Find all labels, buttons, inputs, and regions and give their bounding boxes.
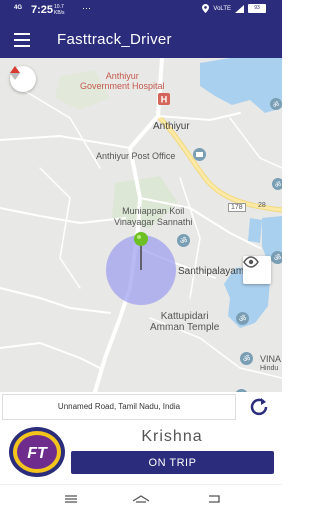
driver-name: Krishna (141, 428, 203, 445)
svg-text:ॐ: ॐ (243, 355, 250, 364)
road-label-28: 28 (258, 202, 266, 209)
temple-icon: ॐ (236, 312, 249, 325)
recent-apps-icon[interactable] (62, 491, 80, 507)
back-icon[interactable] (205, 491, 223, 507)
map-label-temple: Muniappan Koil Vinayagar Sannathi (114, 206, 193, 227)
status-icons: VoLTE 93 (202, 4, 266, 13)
temple-icon: ॐ (236, 389, 247, 393)
logo-text: FT (27, 445, 48, 462)
trip-status-button[interactable]: ON TRIP (71, 451, 274, 474)
refresh-icon (250, 398, 268, 416)
network-speed: 10.7 KB/s (54, 4, 65, 16)
svg-text:ॐ: ॐ (273, 101, 280, 109)
driver-card: FT Krishna ON TRIP (0, 420, 282, 482)
app-title: Fasttrack_Driver (57, 31, 172, 48)
home-icon[interactable] (132, 491, 150, 507)
map-view[interactable]: H ॐ ॐ ॐ ॐ ॐ ॐ ॐ Anthiyur Government Hosp… (0, 58, 282, 392)
network-type: VoLTE (213, 5, 231, 12)
svg-text:ॐ: ॐ (238, 392, 245, 393)
fasttrack-logo: FT (9, 427, 65, 477)
post-office-icon (193, 148, 206, 161)
address-display: Unnamed Road, Tamil Nadu, India (2, 394, 236, 420)
my-location-button[interactable] (243, 256, 271, 284)
system-nav-bar (0, 484, 282, 513)
temple-icon: ॐ (177, 234, 190, 247)
map-label-amman-temple: Kattupidari Amman Temple (150, 311, 220, 333)
svg-text:ॐ: ॐ (180, 237, 187, 246)
eye-icon (243, 256, 259, 268)
map-label-post-office: Anthiyur Post Office (96, 151, 176, 161)
refresh-button[interactable] (243, 394, 275, 418)
map-label-town: Anthiyur (153, 121, 190, 132)
map-label-hindu: Hindu (260, 365, 279, 372)
clock: 7:25 (31, 4, 54, 16)
map-label-vina: VINA (260, 354, 282, 364)
map-label-village: Santhipalayam (178, 266, 245, 277)
signal-indicator: 4G (14, 5, 23, 11)
map-label-hospital: Anthiyur Government Hospital (80, 71, 165, 91)
status-bar: 4G 7:25 10.7 KB/s ⋯ VoLTE 93 (0, 0, 282, 22)
svg-text:ॐ: ॐ (275, 181, 282, 189)
battery-icon: 93 (248, 4, 266, 13)
temple-icon: ॐ (240, 352, 253, 365)
temple-icon: ॐ (272, 178, 282, 190)
location-icon (202, 4, 210, 13)
svg-text:ॐ: ॐ (239, 315, 246, 324)
signal-bars-icon (235, 4, 244, 13)
road-shield-178: 178 (228, 203, 246, 212)
svg-text:H: H (161, 95, 168, 105)
svg-text:ॐ: ॐ (274, 254, 281, 263)
place-icon: ॐ (271, 251, 282, 264)
app-bar: Fasttrack_Driver (0, 22, 282, 58)
hamburger-menu-icon[interactable] (14, 33, 30, 47)
temple-icon: ॐ (270, 98, 282, 110)
more-notifications-icon: ⋯ (82, 3, 92, 13)
compass-icon (10, 66, 20, 80)
compass-button[interactable] (10, 66, 36, 92)
hospital-icon: H (158, 93, 170, 105)
